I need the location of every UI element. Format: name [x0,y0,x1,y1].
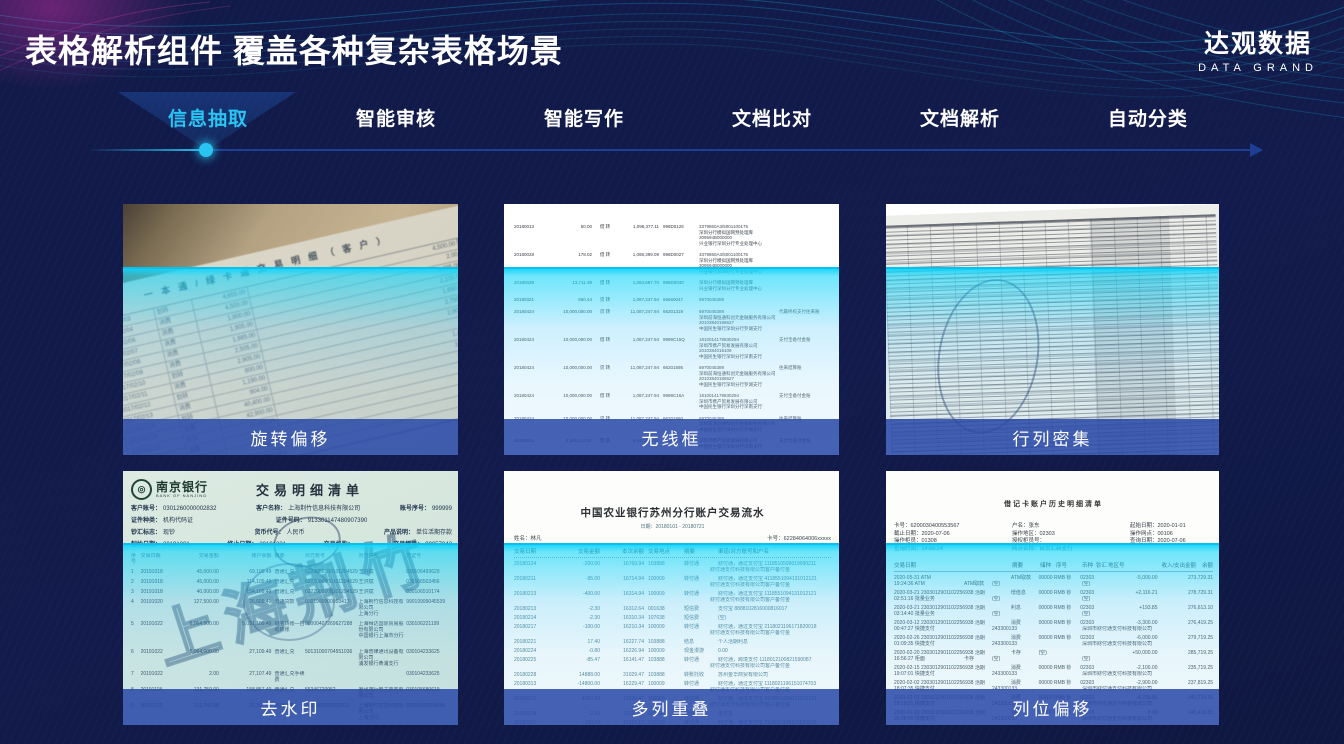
rotated-paper [886,204,1219,455]
table-row: 财付通支付科技有限公司客户备付金 [514,582,831,588]
tab-doc-compare[interactable]: 文档比对 [732,104,812,131]
table-row: 20180028178.02借 转1,098,399.09998D0027337… [514,252,835,274]
card-borderless: 2018001350.00借 转1,098,377.11998D01263379… [504,204,839,455]
card-column-shift: 借记卡账户历史明细清单 卡号：6200030400553567截止日期：2020… [886,471,1219,725]
table-row: 19:24:36 ATMATM取款(空)(空) [894,581,1213,587]
table-row: 2018042410,000,000.00贷 转11,087,247.94662… [514,309,835,331]
timeline-segment [206,149,1252,151]
card-caption: 去水印 [123,689,458,725]
stamp-icon [243,563,335,641]
caption-label: 多列重叠 [632,695,712,720]
table-row: 2018022117.4016227.74103888结息个人活期利息 [514,639,831,645]
table-row: 2018001350.00借 转1,098,377.11998D01263379… [514,224,835,246]
table-row: 19:07:01 快捷支付243300133深圳市财付通支付科技有限公司 [894,671,1213,677]
page-title: 表格解析组件 覆盖各种复杂表格场景 [25,26,563,72]
caption-label: 无线框 [642,425,702,450]
arrow-right-icon [1250,143,1263,157]
card-watermark-removal: ◎ 南京银行 BANK OF NANJING 交易明细清单 客户账号：03012… [123,471,458,725]
card-caption: 列位偏移 [886,689,1219,725]
table-row: 2018022814888.0031029.47103888转账托收苏州金华商贸… [514,672,831,678]
tab-info-extraction[interactable]: 信息抽取 [168,104,248,131]
table-header: 交易日期摘要储种序号币种钞汇地区号收入/支出金额余额 [894,561,1213,572]
document-photo [886,204,1219,455]
statement-fields: 卡号：6200030400553567截止日期：2020-07-06操作柜员：0… [894,523,1213,553]
table-row: 2018042410,000,000.00贷 转11,087,247.94662… [514,365,835,387]
card-column-overlap: 中国农业银行苏州分行账户交易流水 日期：20180101 - 20180721 … [504,471,839,725]
doc-title: 借记卡账户历史明细清单 [894,499,1213,509]
card-caption: 无线框 [504,419,839,455]
table-row: 20180321560.44贷 转1,087,247.9466660047697… [514,297,835,303]
table-header: 交易日期交易金额本次余额交易地点摘要渠道/对方账号和户名 [514,545,831,558]
table-row: 2018042410,000,000.00借 转1,087,247.949999… [514,393,835,410]
doc-account-line: 姓名：林凡 卡号：62284064006xxxxx [514,534,831,545]
card-caption: 多列重叠 [504,689,839,725]
table-row: 00:47:27 快捷支付243300133深圳市财付通支付科技有限公司 [894,626,1213,632]
feature-tabs: 信息抽取 智能审核 智能写作 文档比对 文档解析 自动分类 [168,104,1188,131]
table-row: 财付通支付科技有限公司客户备付金 [514,597,831,603]
card-number: 卡号：62284064006xxxxx [767,534,831,542]
doc-table: 2018001350.00借 转1,098,377.11998D01263379… [504,204,839,455]
tab-doc-parse[interactable]: 文档解析 [920,104,1000,131]
tab-auto-classify[interactable]: 自动分类 [1108,104,1188,131]
doc-title: 交易明细清单 [208,480,452,499]
card-rotate-offset: 一 本 通 / 绿 卡 通 交 易 明 细 （ 客 户 ） 12017/02/0… [123,204,458,455]
caption-label: 旋转偏移 [251,425,331,450]
bank-name-en: BANK OF NANJING [156,493,208,498]
brand-logo: 达观数据 DATA GRAND [1198,24,1318,74]
doc-date-range: 日期：20180101 - 20180721 [514,523,831,530]
caption-label: 列位偏移 [1013,695,1093,720]
table-row: 03:14:40 批量业务(空)(空) [894,611,1213,617]
bank-statement: 中国农业银行苏州分行账户交易流水 日期：20180101 - 20180721 … [504,471,839,725]
table-row: 20180213-2.3016312.64001638短信费支付宝 888810… [514,606,831,612]
bank-logo-icon: ◎ [131,479,152,500]
timeline-active-segment [88,149,206,151]
progress-dot-icon [199,143,213,157]
table-row: 20180224-0.8016226.94100009现金漫游0.00 [514,648,831,654]
slide: 表格解析组件 覆盖各种复杂表格场景 达观数据 DATA GRAND 信息抽取 智… [0,0,1344,744]
bank-statement: 借记卡账户历史明细清单 卡号：6200030400553567截止日期：2020… [886,471,1219,725]
tab-smart-review[interactable]: 智能审核 [356,104,436,131]
brand-name-en: DATA GRAND [1198,62,1318,74]
doc-title: 中国农业银行苏州分行账户交易流水 [514,505,831,520]
table-row: 02:51:16 批量业务(空)(空) [894,596,1213,602]
rotated-paper: 一 本 通 / 绿 卡 通 交 易 明 细 （ 客 户 ） 12017/02/0… [123,204,458,455]
table-row: 2018002813,711.39借 转1,084,687.70998D0040… [514,280,835,291]
card-caption: 旋转偏移 [123,419,458,455]
card-dense-grid: 行列密集 [886,204,1219,455]
brand-name-cn: 达观数据 [1198,24,1318,60]
table-row: 财付通支付科技有限公司客户备付金 [514,567,831,573]
table-row: 财付通支付科技有限公司客户备付金 [514,630,831,636]
table-row: 20180214-2.3016310.34107638短信费(空) [514,615,831,621]
document-photo: 一 本 通 / 绿 卡 通 交 易 明 细 （ 客 户 ） 12017/02/0… [123,204,458,455]
table-row: 财付通支付科技有限公司客户备付金 [514,663,831,669]
caption-label: 去水印 [261,695,321,720]
tab-smart-writing[interactable]: 智能写作 [544,104,624,131]
bank-header: ◎ 南京银行 BANK OF NANJING 交易明细清单 [131,479,452,500]
table-row: 16:56:27 柜面卡存(空)(空) [894,656,1213,662]
bank-name-cn: 南京银行 [156,482,208,493]
table-row: 01:09:35 快捷支付243300133深圳市财付通支付科技有限公司 [894,641,1213,647]
table-row: 2018042410,000,000.00借 转1,087,247.949999… [514,337,835,359]
caption-label: 行列密集 [1013,425,1093,450]
account-name: 姓名：林凡 [514,534,542,542]
card-caption: 行列密集 [886,419,1219,455]
